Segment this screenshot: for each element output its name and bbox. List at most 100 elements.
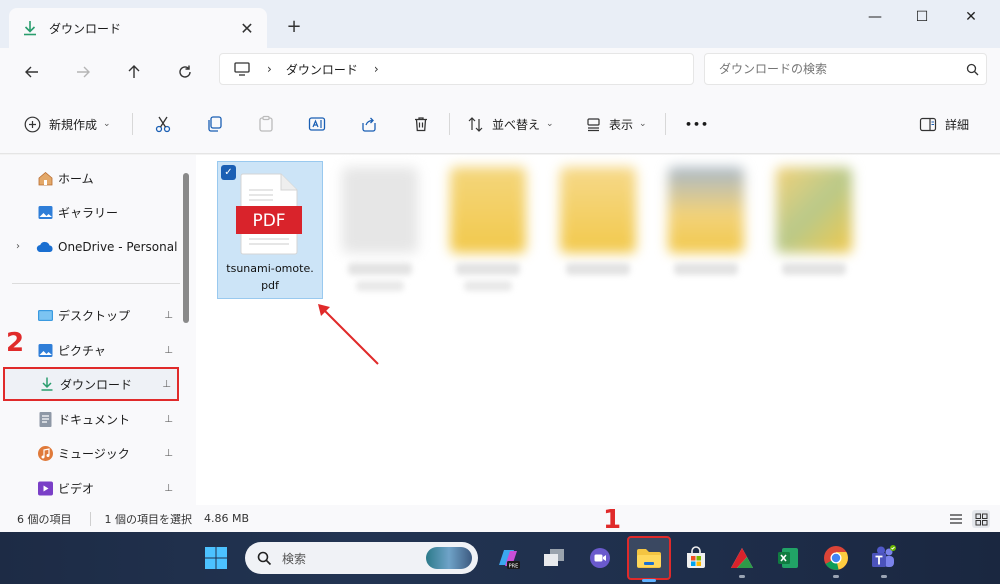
teams-icon (872, 545, 896, 567)
pictures-icon (36, 341, 54, 359)
delete-button[interactable] (412, 109, 430, 139)
toolbar-divider (665, 113, 666, 135)
running-indicator (833, 575, 839, 578)
sort-button[interactable]: 並べ替え ⌄ (467, 109, 554, 139)
address-bar[interactable]: › ダウンロード › (219, 53, 694, 85)
arrow-right-icon (77, 66, 90, 78)
copilot-button[interactable]: PRE (492, 542, 524, 574)
blurred-folder-item[interactable] (552, 163, 644, 297)
paste-button[interactable] (257, 109, 275, 139)
details-pane-button[interactable]: 詳細 (919, 109, 969, 139)
chevron-down-icon: ⌄ (546, 119, 554, 129)
tab-downloads[interactable]: ダウンロード ✕ (9, 8, 267, 48)
sidebar-item-pictures[interactable]: ピクチャ ⊥ (3, 333, 179, 367)
breadcrumb-trail-separator[interactable]: › (374, 62, 379, 76)
file-item[interactable]: ✓ PDF tsunami-omote. pdf (217, 161, 323, 299)
pdf-app-button[interactable] (726, 542, 758, 578)
tiles-view-icon (975, 513, 987, 525)
sidebar-item-label: ドキュメント (58, 412, 131, 427)
forward-button[interactable] (67, 56, 99, 88)
search-box[interactable] (704, 53, 987, 85)
details-label: 詳細 (945, 117, 970, 132)
breadcrumb-downloads[interactable]: ダウンロード (286, 61, 358, 78)
file-name-placeholder (456, 263, 520, 275)
sidebar-item-label: ピクチャ (58, 343, 106, 358)
tab-bar: ダウンロード ✕ + — ☐ ✕ (0, 0, 1000, 48)
cut-button[interactable] (154, 109, 172, 139)
sidebar-item-label: ダウンロード (60, 377, 133, 392)
copy-button[interactable] (205, 109, 223, 139)
sidebar-item-documents[interactable]: ドキュメント ⊥ (3, 402, 179, 436)
details-view-button[interactable] (947, 510, 965, 528)
tiles-view-button[interactable] (972, 510, 990, 528)
sidebar-item-onedrive[interactable]: OneDrive - Personal (3, 230, 179, 264)
minimize-button[interactable]: — (852, 0, 898, 34)
breadcrumb-separator[interactable]: › (267, 62, 272, 76)
pin-icon[interactable]: ⊥ (164, 448, 173, 459)
taskbar-search-placeholder: 検索 (282, 551, 307, 566)
task-view-button[interactable] (538, 542, 570, 574)
pin-icon[interactable]: ⊥ (164, 345, 173, 356)
pin-icon[interactable]: ⊥ (164, 414, 173, 425)
search-icon[interactable] (958, 63, 986, 76)
new-button[interactable]: 新規作成 ⌄ (24, 109, 111, 139)
music-icon (36, 444, 54, 462)
chevron-down-icon: ⌄ (639, 119, 647, 129)
blurred-folder-item[interactable] (768, 163, 860, 297)
pin-icon[interactable]: ⊥ (164, 483, 173, 494)
blurred-file-item[interactable] (334, 163, 426, 297)
file-name-placeholder (464, 281, 512, 291)
sidebar-scrollbar[interactable] (183, 173, 189, 323)
refresh-button[interactable] (169, 56, 201, 88)
blurred-folder-item[interactable] (442, 163, 534, 297)
teams-button[interactable] (868, 542, 900, 578)
file-name-placeholder (782, 263, 846, 275)
sidebar-item-videos[interactable]: ビデオ ⊥ (3, 471, 179, 505)
folder-icon (668, 167, 744, 253)
new-tab-button[interactable]: + (282, 14, 306, 38)
taskbar: 検索 PRE (0, 532, 1000, 584)
close-window-button[interactable]: ✕ (948, 0, 994, 34)
share-icon (362, 117, 376, 132)
annotation-arrow (318, 304, 379, 365)
store-button[interactable] (680, 542, 712, 574)
scissors-icon (155, 116, 171, 133)
arrow-up-icon (128, 65, 140, 78)
file-explorer-taskbar-button[interactable] (627, 536, 671, 582)
sidebar-divider (12, 283, 180, 284)
excel-button[interactable] (772, 542, 804, 574)
copilot-icon: PRE (499, 550, 520, 570)
sort-label: 並べ替え (492, 117, 541, 132)
sidebar-item-label: ギャラリー (58, 205, 119, 220)
start-button[interactable] (200, 542, 232, 574)
checkbox-checked-icon[interactable]: ✓ (221, 165, 236, 180)
folder-icon (450, 167, 526, 253)
pdf-badge-text: PDF (252, 211, 285, 231)
view-button[interactable]: 表示 ⌄ (586, 109, 647, 139)
sidebar-item-desktop[interactable]: デスクトップ ⊥ (3, 298, 179, 332)
close-tab-button[interactable]: ✕ (233, 14, 261, 42)
maximize-button[interactable]: ☐ (899, 0, 945, 34)
share-button[interactable] (360, 109, 378, 139)
task-view-icon (544, 549, 564, 566)
meet-button[interactable] (584, 542, 616, 574)
up-button[interactable] (118, 56, 150, 88)
running-indicator (739, 575, 745, 578)
search-input[interactable] (719, 62, 958, 76)
file-thumbnail (342, 167, 418, 253)
pin-icon[interactable]: ⊥ (162, 379, 171, 390)
rename-button[interactable] (308, 109, 326, 139)
sidebar-item-music[interactable]: ミュージック ⊥ (3, 436, 179, 470)
more-options-button[interactable]: ••• (685, 109, 709, 139)
sidebar-item-gallery[interactable]: ギャラリー (3, 195, 179, 229)
pin-icon[interactable]: ⊥ (164, 310, 173, 321)
blurred-folder-item[interactable] (660, 163, 752, 297)
sidebar-item-home[interactable]: ホーム (3, 161, 179, 195)
back-button[interactable] (16, 56, 48, 88)
sidebar-item-downloads[interactable]: ダウンロード ⊥ (3, 367, 179, 401)
folder-icon (776, 167, 852, 253)
taskbar-search[interactable]: 検索 (245, 542, 478, 574)
chrome-button[interactable] (820, 542, 852, 578)
video-icon (36, 479, 54, 497)
sidebar-item-label: ビデオ (58, 481, 95, 496)
